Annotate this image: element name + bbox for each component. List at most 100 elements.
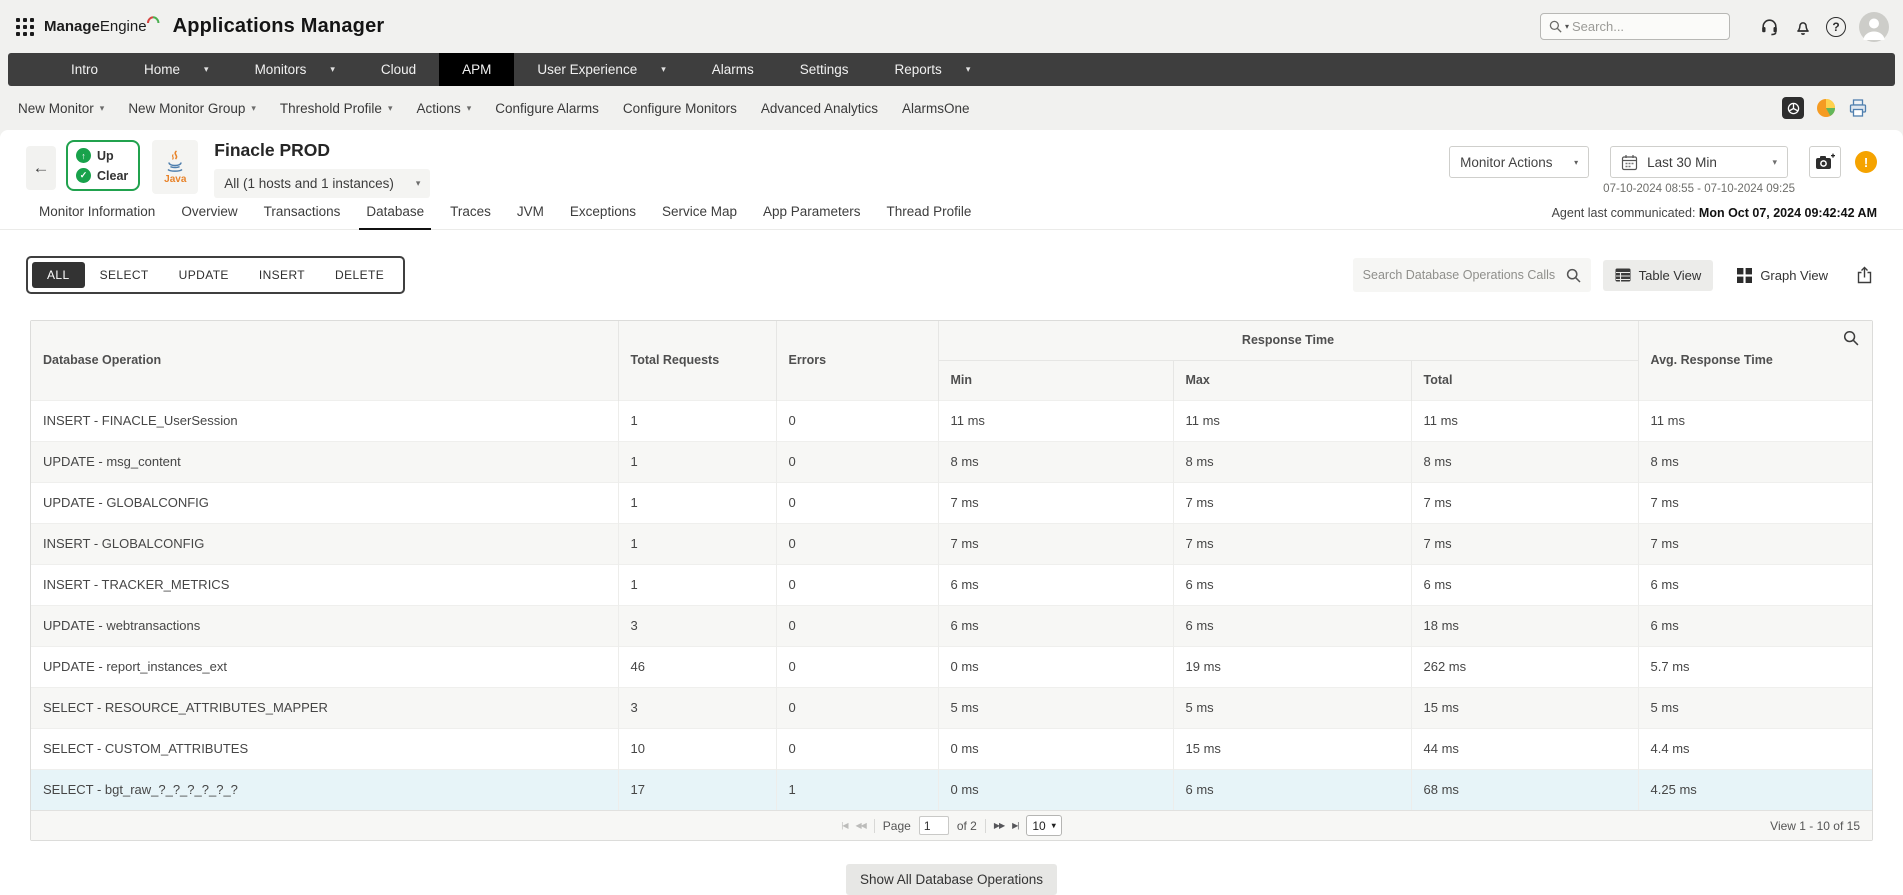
cell-total-requests: 3 (618, 604, 777, 646)
toolbar-actions[interactable]: Actions ▾ (404, 101, 483, 116)
filter-all-button[interactable]: ALL (32, 262, 85, 288)
nav-item-user-experience[interactable]: User Experience ▾ (514, 53, 688, 86)
chevron-down-icon[interactable]: ▾ (966, 64, 971, 75)
col-total[interactable]: Total (1411, 360, 1639, 400)
filter-select-button[interactable]: SELECT (85, 262, 164, 288)
operations-search-box[interactable] (1352, 258, 1591, 292)
chevron-down-icon[interactable]: ▾ (661, 64, 666, 75)
nav-item-reports[interactable]: Reports ▾ (872, 53, 994, 86)
cell-min: 6 ms (938, 563, 1174, 605)
tab-app-parameters[interactable]: App Parameters (750, 200, 874, 229)
chevron-down-icon[interactable]: ▾ (204, 64, 209, 75)
nav-item-cloud[interactable]: Cloud (358, 53, 439, 86)
col-avg-response-time[interactable]: Avg. Response Time (1638, 321, 1872, 400)
main-nav: Intro Home ▾ Monitors ▾ Cloud APM User Exp… (8, 53, 1895, 86)
col-database-operation[interactable]: Database Operation (31, 321, 619, 400)
toolbar-configure-monitors[interactable]: Configure Monitors (611, 101, 749, 116)
tab-traces[interactable]: Traces (437, 200, 504, 229)
agent-last-communicated: Agent last communicated: Mon Oct 07, 202… (1552, 206, 1877, 229)
page-number-input[interactable] (918, 816, 949, 835)
back-arrow-button[interactable]: ← (26, 146, 56, 190)
tab-database[interactable]: Database (353, 200, 437, 230)
app-grid-icon[interactable] (16, 17, 34, 36)
calendar-icon (1621, 154, 1638, 170)
instance-scope-select[interactable]: All (1 hosts and 1 instances) ▾ (214, 169, 431, 198)
show-all-database-operations-button[interactable]: Show All Database Operations (845, 864, 1058, 895)
avatar[interactable] (1859, 11, 1889, 42)
global-search-box[interactable]: ▾ (1540, 13, 1730, 40)
camera-plus-icon (1815, 153, 1835, 169)
filter-insert-button[interactable]: INSERT (244, 262, 320, 288)
table-view-button[interactable]: Table View (1602, 259, 1714, 291)
help-icon[interactable]: ? (1826, 16, 1846, 37)
table-row[interactable]: UPDATE - msg_content 1 0 8 ms 8 ms 8 ms 8 ms (31, 440, 1873, 482)
last-page-button[interactable]: ▶| (1012, 821, 1019, 830)
tab-service-map[interactable]: Service Map (649, 200, 750, 229)
table-row[interactable]: INSERT - FINACLE_UserSession 1 0 11 ms 11 ms… (31, 399, 1873, 441)
next-page-button[interactable]: ▶▶ (994, 821, 1005, 830)
bell-icon[interactable] (1793, 17, 1813, 37)
alert-badge[interactable]: ! (1855, 151, 1877, 173)
table-row[interactable]: SELECT - bgt_raw_?_?_?_?_?_? 17 1 0 ms 6 ms 6… (31, 768, 1873, 810)
headset-icon[interactable] (1759, 16, 1780, 37)
cell-total-requests: 1 (618, 522, 777, 564)
toolbar-threshold-profile[interactable]: Threshold Profile ▾ (268, 101, 405, 116)
first-page-button[interactable]: |◀ (841, 821, 848, 830)
manageengine-logo[interactable]: Manage Engine (44, 16, 161, 35)
graph-view-label: Graph View (1760, 267, 1828, 283)
filter-update-button[interactable]: UPDATE (164, 262, 244, 288)
printer-icon[interactable] (1848, 98, 1868, 118)
nav-label: Cloud (380, 62, 417, 77)
table-row[interactable]: INSERT - TRACKER_METRICS 1 0 6 ms 6 ms 6 ms 6 … (31, 563, 1873, 605)
global-search-input[interactable] (1572, 19, 1721, 34)
chevron-down-icon[interactable]: ▾ (330, 64, 335, 75)
toolbar-configure-alarms[interactable]: Configure Alarms (483, 101, 611, 116)
table-search-icon[interactable] (1843, 330, 1859, 351)
tab-jvm[interactable]: JVM (504, 200, 557, 229)
col-max[interactable]: Max (1173, 360, 1412, 400)
table-row[interactable]: UPDATE - report_instances_ext 46 0 0 ms 19 m… (31, 645, 1873, 687)
tab-thread-profile[interactable]: Thread Profile (874, 200, 985, 229)
java-logo-icon (167, 149, 183, 172)
nav-item-home[interactable]: Home ▾ (121, 53, 232, 86)
export-share-icon[interactable] (1856, 266, 1873, 284)
cell-total: 7 ms (1411, 522, 1639, 564)
table-row[interactable]: UPDATE - GLOBALCONFIG 1 0 7 ms 7 ms 7 ms 7 ms (31, 481, 1873, 523)
table-row[interactable]: SELECT - CUSTOM_ATTRIBUTES 10 0 0 ms 15 ms 44… (31, 727, 1873, 769)
toolbar-new-monitor-group[interactable]: New Monitor Group ▾ (116, 101, 268, 116)
graph-view-button[interactable]: Graph View (1725, 260, 1840, 291)
toolbar-alarmsone[interactable]: AlarmsOne (890, 101, 982, 116)
nav-item-alarms[interactable]: Alarms (689, 53, 777, 86)
tab-exceptions[interactable]: Exceptions (557, 200, 649, 229)
cell-errors: 0 (776, 686, 939, 728)
time-range-select[interactable]: Last 30 Min ▾ (1610, 146, 1789, 178)
prev-page-button[interactable]: ◀◀ (855, 821, 866, 830)
brand-bold: Manage (44, 18, 100, 35)
filter-delete-button[interactable]: DELETE (320, 262, 399, 288)
table-row[interactable]: UPDATE - webtransactions 3 0 6 ms 6 ms 18 ms 6… (31, 604, 1873, 646)
cell-total-requests: 1 (618, 563, 777, 605)
table-row[interactable]: SELECT - RESOURCE_ATTRIBUTES_MAPPER 3 0 5 m… (31, 686, 1873, 728)
chevron-down-icon: ▾ (251, 102, 256, 113)
monitor-actions-select[interactable]: Monitor Actions ▾ (1449, 146, 1590, 178)
tab-transactions[interactable]: Transactions (251, 200, 354, 229)
nav-item-monitors[interactable]: Monitors ▾ (232, 53, 358, 86)
table-row[interactable]: INSERT - GLOBALCONFIG 1 0 7 ms 7 ms 7 ms 7 ms (31, 522, 1873, 564)
operations-search-input[interactable] (1362, 268, 1566, 282)
tab-monitor-information[interactable]: Monitor Information (26, 200, 168, 229)
nav-item-intro[interactable]: Intro (48, 53, 121, 86)
col-errors[interactable]: Errors (776, 321, 939, 400)
nav-item-apm[interactable]: APM (439, 53, 515, 86)
toolbar-advanced-analytics[interactable]: Advanced Analytics (749, 101, 890, 116)
tab-overview[interactable]: Overview (168, 200, 250, 229)
toolbar-new-monitor[interactable]: New Monitor ▾ (6, 101, 116, 116)
pie-chart-icon[interactable] (1816, 98, 1836, 118)
screenshot-camera-button[interactable] (1809, 146, 1841, 178)
aperture-icon[interactable] (1782, 97, 1804, 119)
nav-item-settings[interactable]: Settings (777, 53, 872, 86)
search-icon (1566, 268, 1581, 283)
page-size-select[interactable]: 10 ▾ (1026, 815, 1062, 836)
col-min[interactable]: Min (938, 360, 1174, 400)
cell-total-requests: 3 (618, 686, 777, 728)
col-total-requests[interactable]: Total Requests (618, 321, 777, 400)
